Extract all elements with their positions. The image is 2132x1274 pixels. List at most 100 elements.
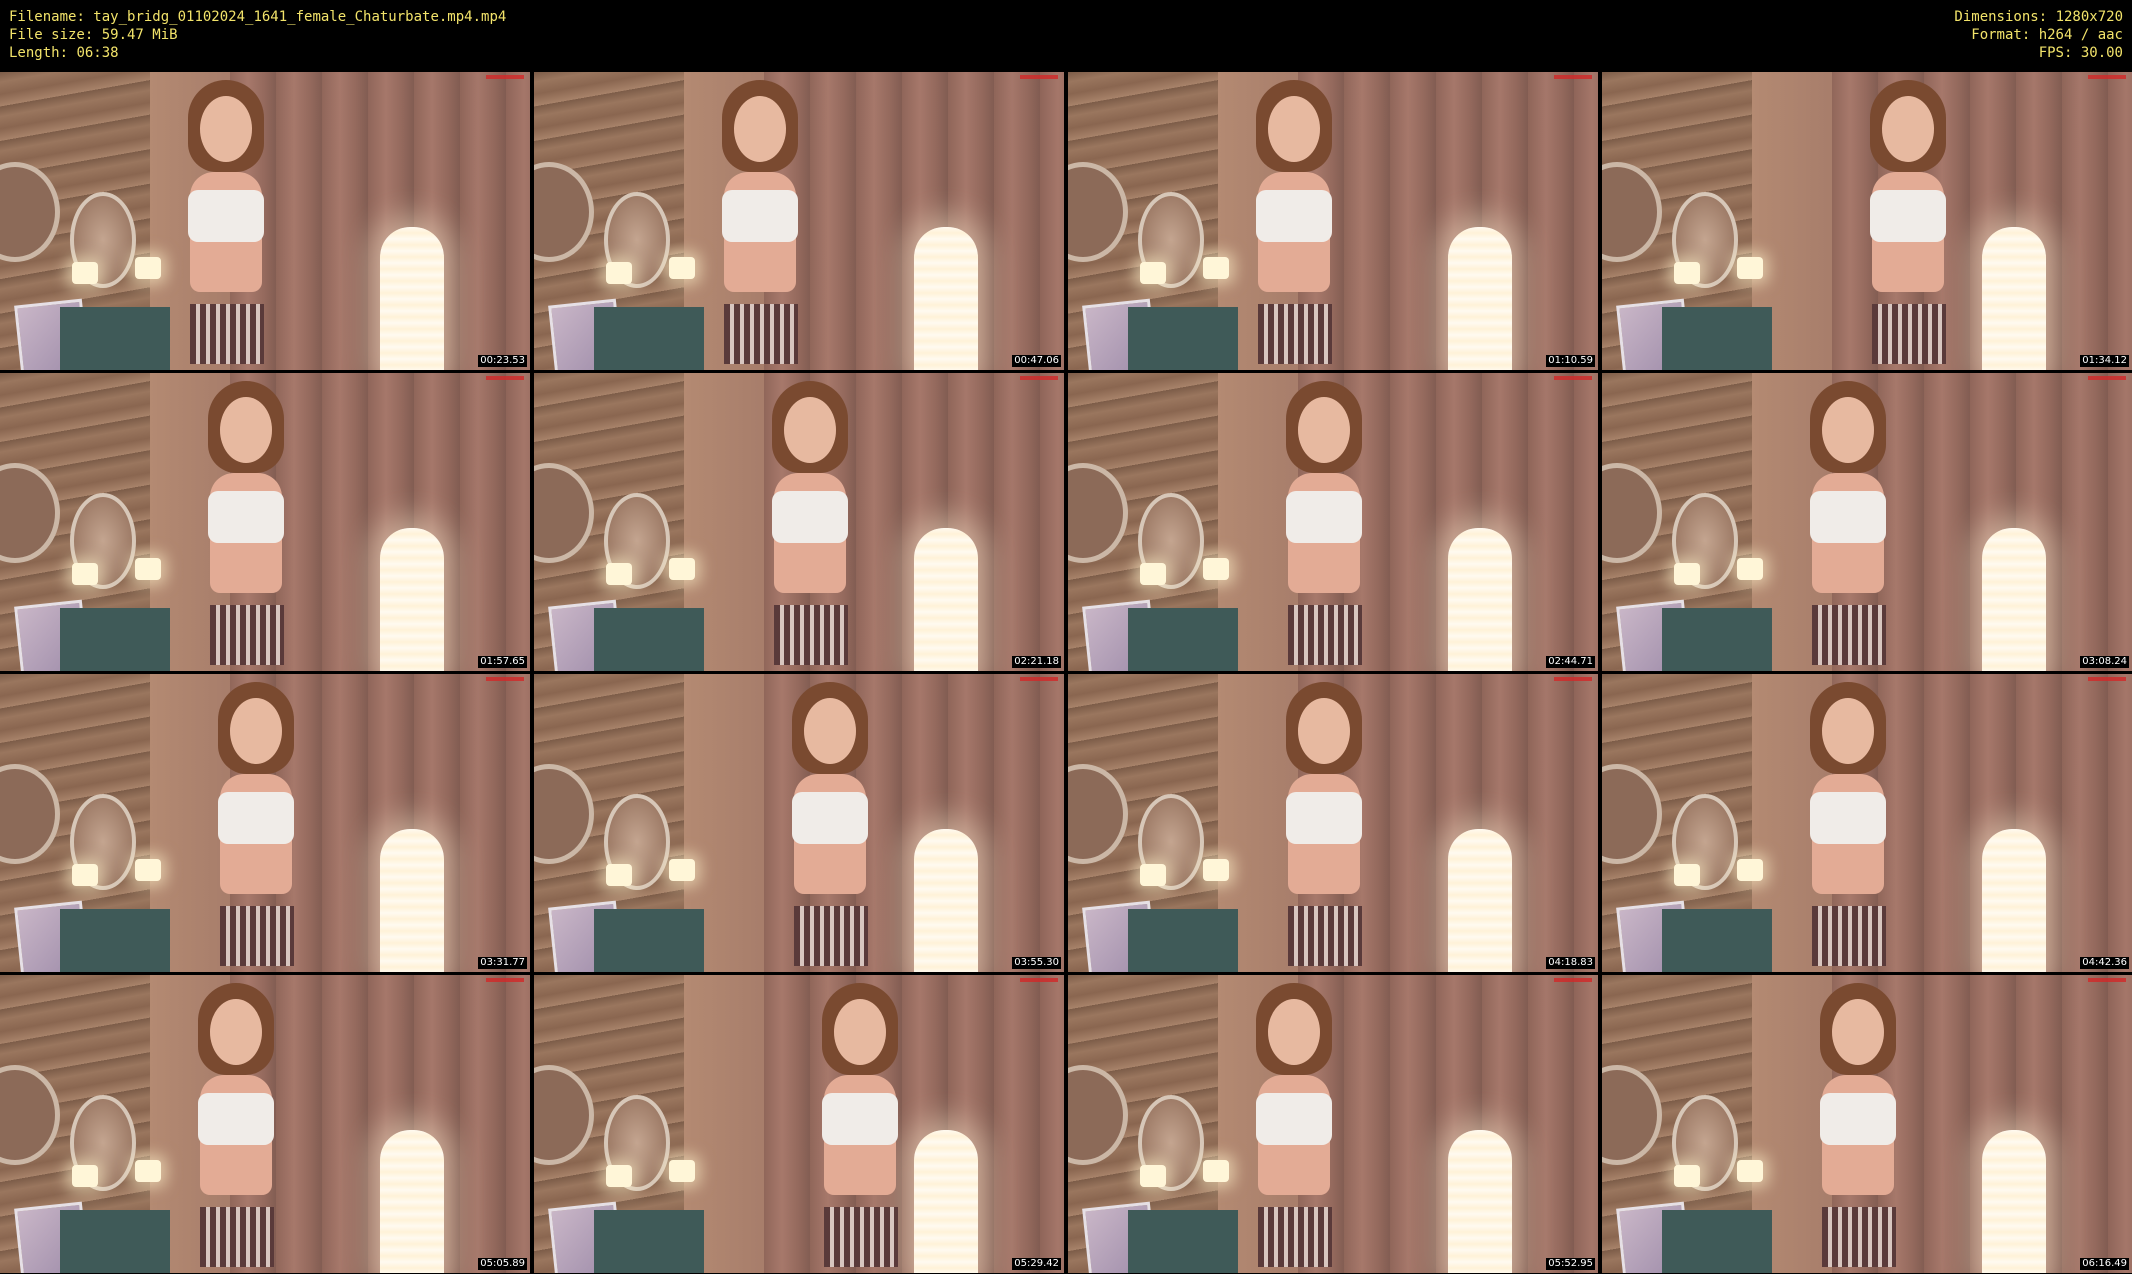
person-pants (1872, 304, 1946, 364)
watermark-logo (1554, 978, 1592, 982)
table-lamp (1737, 558, 1763, 580)
person-figure (170, 373, 320, 671)
thumbnail-timestamp: 04:42.36 (2080, 957, 2129, 969)
video-thumbnail[interactable]: 04:42.36 (1602, 674, 2132, 972)
table-lamp (72, 1165, 98, 1187)
thumbnail-timestamp: 00:47.06 (1012, 355, 1061, 367)
person-top (792, 792, 868, 844)
filename-label: Filename (9, 9, 93, 25)
floor-lamp (380, 528, 444, 671)
table-lamp (1674, 1165, 1700, 1187)
floor-lamp (1982, 528, 2046, 671)
person-pants (724, 304, 798, 364)
watermark-logo (2088, 978, 2126, 982)
filename-line: Filenametay_bridg_01102024_1641_female_C… (9, 8, 506, 26)
dresser (1662, 909, 1772, 972)
video-thumbnail[interactable]: 01:57.65 (0, 373, 530, 671)
dimensions-label: Dimensions (1954, 9, 2055, 25)
video-thumbnail[interactable]: 01:34.12 (1602, 72, 2132, 370)
floor-lamp (1448, 528, 1512, 671)
dresser (594, 909, 704, 972)
table-lamp (1674, 262, 1700, 284)
floor-lamp (1448, 1130, 1512, 1273)
floor-lamp (380, 227, 444, 370)
dresser (1662, 608, 1772, 671)
video-thumbnail[interactable]: 03:55.30 (534, 674, 1064, 972)
thumbnail-timestamp: 03:55.30 (1012, 957, 1061, 969)
person-top (722, 190, 798, 242)
dresser (594, 1210, 704, 1273)
person-pants (1288, 906, 1362, 966)
table-lamp (1140, 1165, 1166, 1187)
watermark-logo (486, 376, 524, 380)
video-thumbnail[interactable]: 00:23.53 (0, 72, 530, 370)
filesize-label: File size (9, 27, 102, 43)
watermark-logo (486, 75, 524, 79)
table-lamp (1140, 563, 1166, 585)
video-thumbnail[interactable]: 00:47.06 (534, 72, 1064, 370)
video-thumbnail[interactable]: 05:29.42 (534, 975, 1064, 1273)
fps-value: 30.00 (2080, 45, 2123, 61)
video-thumbnail[interactable]: 06:16.49 (1602, 975, 2132, 1273)
floor-lamp (914, 227, 978, 370)
watermark-logo (1020, 376, 1058, 380)
person-pants (1812, 906, 1886, 966)
filesize-value: 59.47 MiB (101, 27, 178, 43)
video-thumbnail[interactable]: 01:10.59 (1068, 72, 1598, 370)
video-thumbnail[interactable]: 03:08.24 (1602, 373, 2132, 671)
table-lamp (1140, 864, 1166, 886)
person-top (1810, 792, 1886, 844)
person-top (772, 491, 848, 543)
person-face (834, 999, 886, 1065)
video-thumbnail[interactable]: 02:44.71 (1068, 373, 1598, 671)
video-thumbnail[interactable]: 03:31.77 (0, 674, 530, 972)
dresser (60, 909, 170, 972)
floor-lamp (914, 528, 978, 671)
watermark-logo (1554, 376, 1592, 380)
watermark-logo (486, 978, 524, 982)
table-lamp (606, 563, 632, 585)
floor-lamp (380, 829, 444, 972)
table-lamp (72, 262, 98, 284)
person-top (1286, 491, 1362, 543)
dresser (594, 608, 704, 671)
person-pants (1812, 605, 1886, 665)
person-pants (220, 906, 294, 966)
person-face (1832, 999, 1884, 1065)
person-face (1822, 397, 1874, 463)
person-figure (1248, 674, 1398, 972)
person-top (198, 1093, 274, 1145)
person-pants (1258, 304, 1332, 364)
person-figure (150, 72, 300, 370)
person-top (1820, 1093, 1896, 1145)
dresser (1662, 307, 1772, 370)
person-top (208, 491, 284, 543)
thumbnail-timestamp: 05:52.95 (1546, 1258, 1595, 1270)
person-pants (774, 605, 848, 665)
person-pants (190, 304, 264, 364)
person-top (1870, 190, 1946, 242)
video-thumbnail[interactable]: 02:21.18 (534, 373, 1064, 671)
thumbnail-timestamp: 02:44.71 (1546, 656, 1595, 668)
person-pants (1288, 605, 1362, 665)
person-figure (784, 975, 934, 1273)
person-face (1268, 96, 1320, 162)
watermark-logo (1020, 677, 1058, 681)
thumbnail-timestamp: 01:10.59 (1546, 355, 1595, 367)
table-lamp (135, 859, 161, 881)
thumbnail-timestamp: 05:05.89 (478, 1258, 527, 1270)
thumbnail-timestamp: 00:23.53 (478, 355, 527, 367)
table-lamp (606, 864, 632, 886)
fps-label: FPS (2039, 45, 2081, 61)
person-top (1810, 491, 1886, 543)
person-figure (180, 674, 330, 972)
video-thumbnail[interactable]: 05:52.95 (1068, 975, 1598, 1273)
video-thumbnail[interactable]: 04:18.83 (1068, 674, 1598, 972)
watermark-logo (1554, 75, 1592, 79)
video-thumbnail[interactable]: 05:05.89 (0, 975, 530, 1273)
person-figure (734, 373, 884, 671)
filename-value: tay_bridg_01102024_1641_female_Chaturbat… (93, 9, 507, 25)
person-top (188, 190, 264, 242)
dresser (1662, 1210, 1772, 1273)
table-lamp (1674, 563, 1700, 585)
